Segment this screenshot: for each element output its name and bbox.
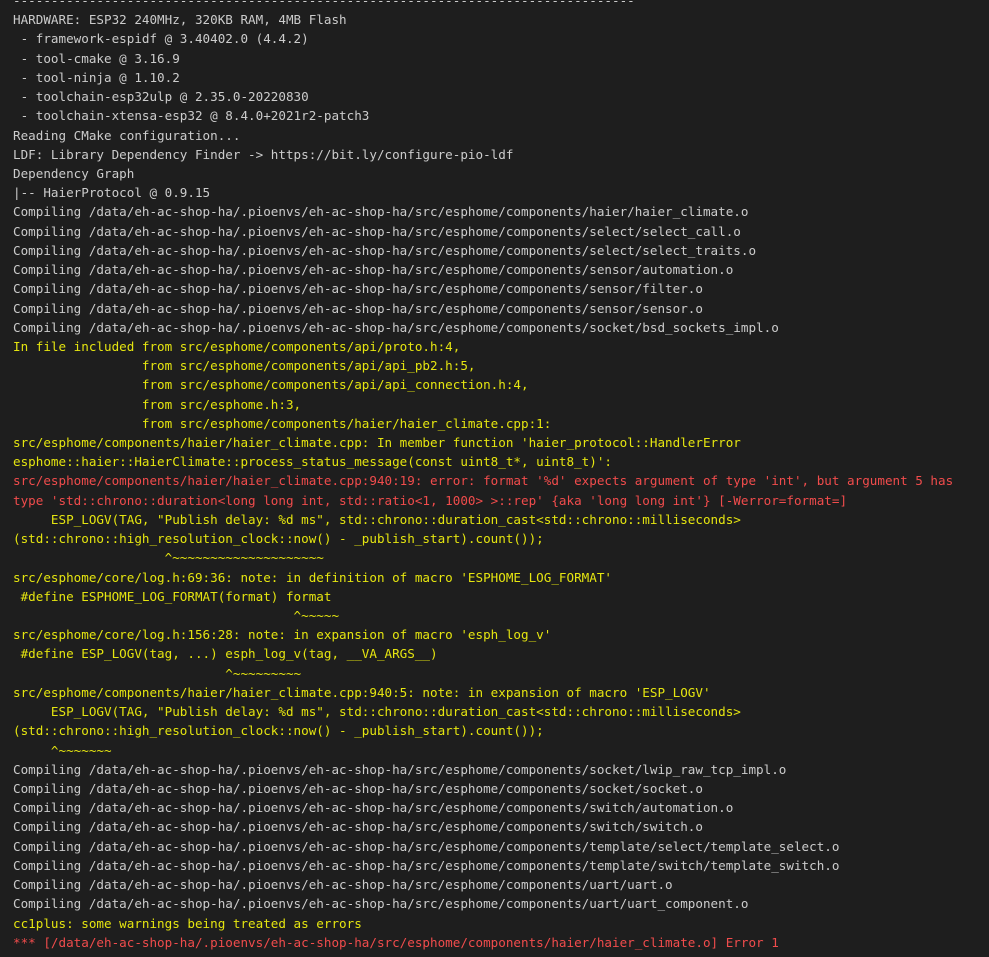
terminal-line: Compiling /data/eh-ac-shop-ha/.pioenvs/e… — [13, 242, 757, 258]
terminal-line: Compiling /data/eh-ac-shop-ha/.pioenvs/e… — [13, 204, 749, 220]
terminal-line: Compiling /data/eh-ac-shop-ha/.pioenvs/e… — [13, 300, 703, 316]
terminal-line: Compiling /data/eh-ac-shop-ha/.pioenvs/e… — [13, 896, 749, 912]
terminal-line: Compiling /data/eh-ac-shop-ha/.pioenvs/e… — [13, 877, 673, 893]
terminal-line-warning: (std::chrono::high_resolution_clock::now… — [13, 531, 544, 547]
terminal-line-warning: ^~~~~~~~~~ — [13, 665, 302, 681]
terminal-line: Compiling /data/eh-ac-shop-ha/.pioenvs/e… — [13, 262, 734, 278]
terminal-line-warning: from src/esphome/components/api/api_pb2.… — [13, 358, 476, 374]
terminal-line: Compiling /data/eh-ac-shop-ha/.pioenvs/e… — [13, 319, 779, 335]
terminal-line-warning: from src/esphome/components/api/api_conn… — [13, 377, 529, 393]
terminal-line: - toolchain-esp32ulp @ 2.35.0-20220830 — [13, 89, 309, 105]
terminal-line: Compiling /data/eh-ac-shop-ha/.pioenvs/e… — [13, 857, 840, 873]
terminal-line: Compiling /data/eh-ac-shop-ha/.pioenvs/e… — [13, 223, 741, 239]
terminal-line-warning: src/esphome/core/log.h:69:36: note: in d… — [13, 569, 612, 585]
terminal-line-warning: In file included from src/esphome/compon… — [13, 338, 461, 354]
terminal-line-error: *** [/data/eh-ac-shop-ha/.pioenvs/eh-ac-… — [13, 934, 779, 950]
terminal-line-warning: src/esphome/core/log.h:156:28: note: in … — [13, 627, 552, 643]
terminal-output[interactable]: ----------------------------------------… — [13, 0, 989, 952]
terminal-line-error: type 'std::chrono::duration<long long in… — [13, 492, 848, 508]
terminal-line: Compiling /data/eh-ac-shop-ha/.pioenvs/e… — [13, 281, 703, 297]
terminal-line-warning: ESP_LOGV(TAG, "Publish delay: %d ms", st… — [13, 704, 741, 720]
terminal-line-warning: ESP_LOGV(TAG, "Publish delay: %d ms", st… — [13, 511, 741, 527]
terminal-line-warning: from src/esphome.h:3, — [13, 396, 302, 412]
terminal-line-warning: ^~~~~~~~ — [13, 742, 112, 758]
terminal-line: - framework-espidf @ 3.40402.0 (4.4.2) — [13, 31, 309, 47]
terminal-line: |-- HaierProtocol @ 0.9.15 — [13, 185, 211, 201]
terminal-line-warning: cc1plus: some warnings being treated as … — [13, 915, 362, 931]
terminal-line-warning: esphome::haier::HaierClimate::process_st… — [13, 454, 612, 470]
terminal-line-warning: src/esphome/components/haier/haier_clima… — [13, 435, 741, 451]
terminal-line-warning: ^~~~~~~~~~~~~~~~~~~~~ — [13, 550, 324, 566]
terminal-line: Compiling /data/eh-ac-shop-ha/.pioenvs/e… — [13, 780, 703, 796]
terminal-line: Compiling /data/eh-ac-shop-ha/.pioenvs/e… — [13, 819, 703, 835]
terminal-line-warning: (std::chrono::high_resolution_clock::now… — [13, 723, 544, 739]
terminal-line: - tool-ninja @ 1.10.2 — [13, 69, 180, 85]
terminal-line-warning: #define ESPHOME_LOG_FORMAT(format) forma… — [13, 588, 332, 604]
terminal-line: Compiling /data/eh-ac-shop-ha/.pioenvs/e… — [13, 761, 787, 777]
terminal-line: Dependency Graph — [13, 165, 135, 181]
terminal-line: Reading CMake configuration... — [13, 127, 241, 143]
terminal-line: Compiling /data/eh-ac-shop-ha/.pioenvs/e… — [13, 838, 840, 854]
terminal-line-warning: from src/esphome/components/haier/haier_… — [13, 415, 552, 431]
terminal-line-warning: src/esphome/components/haier/haier_clima… — [13, 684, 711, 700]
terminal-line: - toolchain-xtensa-esp32 @ 8.4.0+2021r2-… — [13, 108, 370, 124]
terminal-line-error: src/esphome/components/haier/haier_clima… — [13, 473, 954, 489]
terminal-line: LDF: Library Dependency Finder -> https:… — [13, 146, 514, 162]
terminal-line: HARDWARE: ESP32 240MHz, 320KB RAM, 4MB F… — [13, 12, 347, 28]
terminal-line-warning: ^~~~~~ — [13, 608, 340, 623]
terminal-line: - tool-cmake @ 3.16.9 — [13, 50, 180, 66]
terminal-line-warning: #define ESP_LOGV(tag, ...) esph_log_v(ta… — [13, 646, 438, 662]
terminal-line: Compiling /data/eh-ac-shop-ha/.pioenvs/e… — [13, 800, 734, 816]
terminal-line: ----------------------------------------… — [13, 0, 635, 8]
